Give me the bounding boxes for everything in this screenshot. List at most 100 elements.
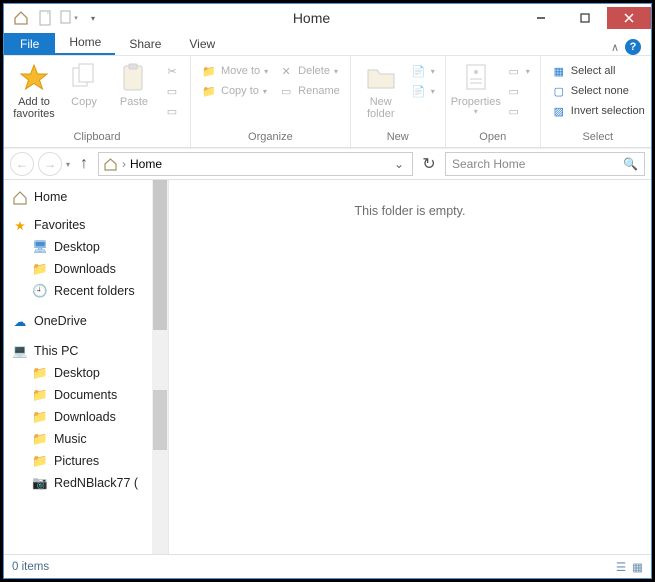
quick-access-toolbar: ▾ ▾ [4, 7, 104, 29]
rename-button: ▭Rename [274, 82, 344, 100]
back-button[interactable]: ← [10, 152, 34, 176]
open-button: ▭▾ [502, 62, 534, 80]
paste-icon [118, 62, 150, 94]
tree-desktop[interactable]: 🖥Desktop [10, 236, 168, 258]
new-item-button: 📄▾ [407, 62, 439, 80]
moveto-icon: 📁 [201, 63, 217, 79]
help-icon[interactable]: ? [625, 39, 641, 55]
explorer-window: ▾ ▾ Home File Home Share View ∧ ? Add to… [3, 3, 652, 579]
tree-pc-pictures[interactable]: 📁Pictures [10, 450, 168, 472]
properties-button: Properties▾ [452, 58, 500, 117]
search-icon: 🔍 [623, 157, 638, 171]
thumbnails-view-icon[interactable]: ▦ [632, 560, 643, 574]
tree-home[interactable]: Home [10, 186, 168, 208]
doc-dropdown-icon[interactable]: ▾ [58, 7, 80, 29]
selectall-icon: ▦ [551, 63, 567, 79]
tab-file[interactable]: File [4, 33, 55, 55]
navigation-pane[interactable]: Home ★Favorites 🖥Desktop 📁Downloads 🕘Rec… [4, 180, 169, 554]
window-title: Home [104, 10, 519, 26]
copy-icon [68, 62, 100, 94]
up-button[interactable]: ↑ [74, 154, 94, 174]
tree-recent[interactable]: 🕘Recent folders [10, 280, 168, 302]
add-to-favorites-button[interactable]: Add to favorites [10, 58, 58, 120]
file-pane: This folder is empty. [169, 180, 651, 554]
tree-pc-desktop[interactable]: 📁Desktop [10, 362, 168, 384]
copy-button: Copy [60, 58, 108, 108]
path-icon: ▭ [164, 83, 180, 99]
history-icon: ▭ [506, 103, 522, 119]
folder-icon: 📁 [32, 453, 48, 469]
tree-pc-downloads[interactable]: 📁Downloads [10, 406, 168, 428]
home-icon [12, 189, 28, 205]
pc-icon: 💻 [12, 343, 28, 359]
qat-overflow[interactable]: ▾ [82, 7, 104, 29]
tree-pc-last[interactable]: 📷RedNBlack77 ( [10, 472, 168, 494]
drive-icon: 📷 [32, 475, 48, 491]
nav-scroll-thumb[interactable] [153, 180, 167, 330]
folder-icon: 📁 [32, 387, 48, 403]
group-organize: 📁Move to▾ 📁Copy to▾ ✕Delete▾ ▭Rename Org… [191, 56, 351, 147]
delete-icon: ✕ [278, 63, 294, 79]
search-input[interactable]: Search Home 🔍 [445, 152, 645, 176]
tree-onedrive[interactable]: ☁OneDrive [10, 310, 168, 332]
shortcut-icon: ▭ [164, 103, 180, 119]
content-area: Home ★Favorites 🖥Desktop 📁Downloads 🕘Rec… [4, 180, 651, 554]
close-button[interactable] [607, 7, 651, 29]
easy-access-button: 📄▾ [407, 82, 439, 100]
group-new: New folder 📄▾ 📄▾ New [351, 56, 446, 147]
invert-icon: ▨ [551, 103, 567, 119]
easyaccess-icon: 📄 [411, 83, 427, 99]
tab-home[interactable]: Home [55, 31, 115, 55]
empty-message: This folder is empty. [355, 204, 466, 218]
tab-share[interactable]: Share [115, 33, 175, 55]
copyto-icon: 📁 [201, 83, 217, 99]
forward-button[interactable]: → [38, 152, 62, 176]
address-bar: ← → ▾ ↑ › Home ⌄ ↻ Search Home 🔍 [4, 148, 651, 180]
select-none-button[interactable]: ▢Select none [547, 82, 649, 100]
onedrive-icon: ☁ [12, 313, 28, 329]
breadcrumb[interactable]: › Home ⌄ [98, 152, 413, 176]
star-icon [18, 62, 50, 94]
refresh-button[interactable]: ↻ [417, 152, 441, 176]
edit-button: ▭ [502, 82, 534, 100]
tree-pc-documents[interactable]: 📁Documents [10, 384, 168, 406]
delete-button: ✕Delete▾ [274, 62, 344, 80]
history-dropdown[interactable]: ▾ [66, 160, 70, 169]
newitem-icon: 📄 [411, 63, 427, 79]
minimize-button[interactable] [519, 7, 563, 29]
tab-view[interactable]: View [175, 33, 229, 55]
chevron-right-icon: › [122, 157, 126, 171]
tree-downloads[interactable]: 📁Downloads [10, 258, 168, 280]
tree-thispc[interactable]: 💻This PC [10, 340, 168, 362]
folder-icon [365, 62, 397, 94]
ribbon: Add to favorites Copy Paste ✂ ▭ ▭ Clipbo… [4, 56, 651, 148]
doc-icon[interactable] [34, 7, 56, 29]
new-folder-button: New folder [357, 58, 405, 120]
home-icon[interactable] [10, 7, 32, 29]
edit-icon: ▭ [506, 83, 522, 99]
status-bar: 0 items ☰ ▦ [4, 554, 651, 578]
details-view-icon[interactable]: ☰ [616, 560, 626, 574]
paste-shortcut-button: ▭ [160, 102, 184, 120]
nav-scrollbar[interactable] [152, 180, 168, 554]
nav-scroll-thumb2[interactable] [153, 390, 167, 450]
folder-icon: 📁 [32, 261, 48, 277]
select-all-button[interactable]: ▦Select all [547, 62, 649, 80]
folder-icon: 📁 [32, 365, 48, 381]
status-item-count: 0 items [12, 561, 49, 573]
tree-favorites[interactable]: ★Favorites [10, 214, 168, 236]
selectnone-icon: ▢ [551, 83, 567, 99]
desktop-icon: 🖥 [32, 239, 48, 255]
maximize-button[interactable] [563, 7, 607, 29]
invert-selection-button[interactable]: ▨Invert selection [547, 102, 649, 120]
copy-to-button: 📁Copy to▾ [197, 82, 272, 100]
ribbon-tabs: File Home Share View ∧ ? [4, 32, 651, 56]
breadcrumb-dropdown[interactable]: ⌄ [390, 157, 408, 171]
collapse-ribbon-icon[interactable]: ∧ [611, 41, 619, 54]
home-crumb-icon [103, 157, 118, 171]
recent-icon: 🕘 [32, 283, 48, 299]
star-icon: ★ [12, 217, 28, 233]
tree-pc-music[interactable]: 📁Music [10, 428, 168, 450]
titlebar: ▾ ▾ Home [4, 4, 651, 32]
move-to-button: 📁Move to▾ [197, 62, 272, 80]
